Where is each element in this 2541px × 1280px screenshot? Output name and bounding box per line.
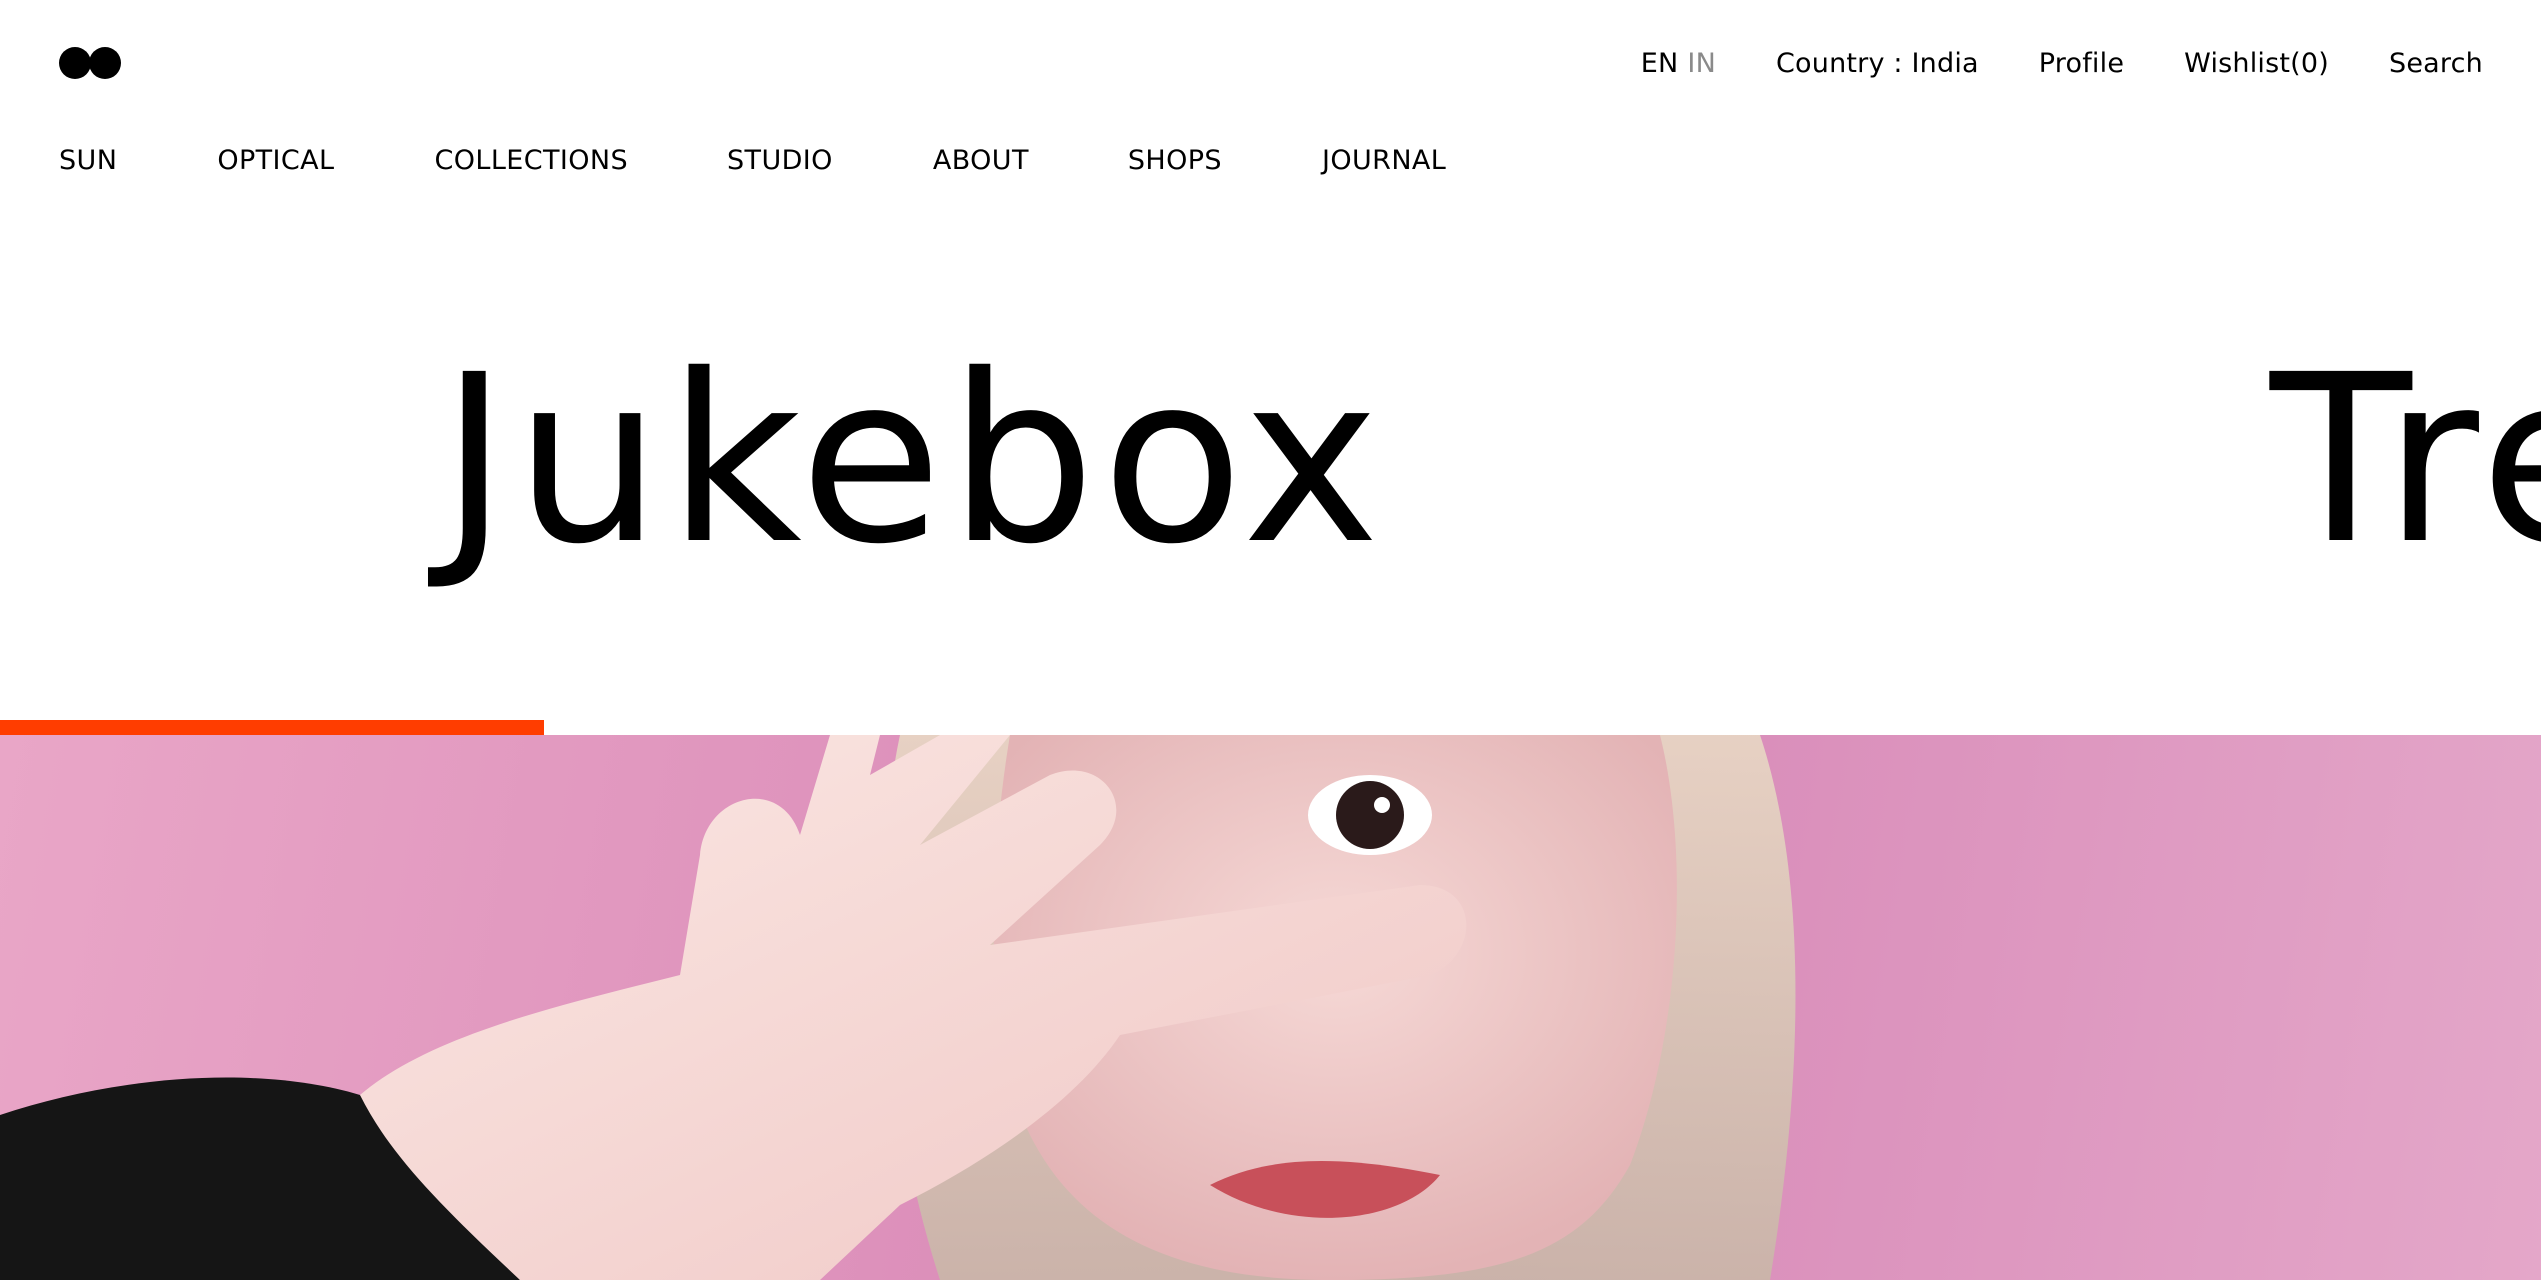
nav-item-collections[interactable]: COLLECTIONS <box>434 139 628 183</box>
page: EN IN Country : India Profile Wishlist(0… <box>0 0 2541 1280</box>
logo-dot-right <box>89 47 121 79</box>
nav-item-about[interactable]: ABOUT <box>933 139 1029 183</box>
language-switcher: EN IN <box>1641 42 1716 86</box>
hero-image[interactable] <box>0 735 2541 1280</box>
brand-logo[interactable] <box>59 47 121 79</box>
search-link[interactable]: Search <box>2389 42 2483 86</box>
nav-item-sun[interactable]: SUN <box>59 139 117 183</box>
nav-item-studio[interactable]: STUDIO <box>727 139 833 183</box>
lang-in[interactable]: IN <box>1687 42 1716 86</box>
slide-title-current[interactable]: Jukebox <box>440 340 1386 580</box>
profile-link[interactable]: Profile <box>2039 42 2124 86</box>
utility-nav: EN IN Country : India Profile Wishlist(0… <box>1641 42 2483 86</box>
logo-dot-left <box>59 47 91 79</box>
slider-progress-bar <box>0 720 2541 736</box>
nav-item-shops[interactable]: SHOPS <box>1128 139 1222 183</box>
nav-item-journal[interactable]: JOURNAL <box>1322 139 1446 183</box>
wishlist-link[interactable]: Wishlist(0) <box>2184 42 2329 86</box>
slider-progress-fill <box>0 720 544 736</box>
main-nav: SUN OPTICAL COLLECTIONS STUDIO ABOUT SHO… <box>59 139 1446 183</box>
slide-title-next[interactable]: Tre <box>2270 340 2541 580</box>
country-selector[interactable]: Country : India <box>1776 42 1979 86</box>
lang-en[interactable]: EN <box>1641 42 1679 86</box>
nav-item-optical[interactable]: OPTICAL <box>217 139 334 183</box>
hero-photo-illustration <box>0 735 1796 1280</box>
